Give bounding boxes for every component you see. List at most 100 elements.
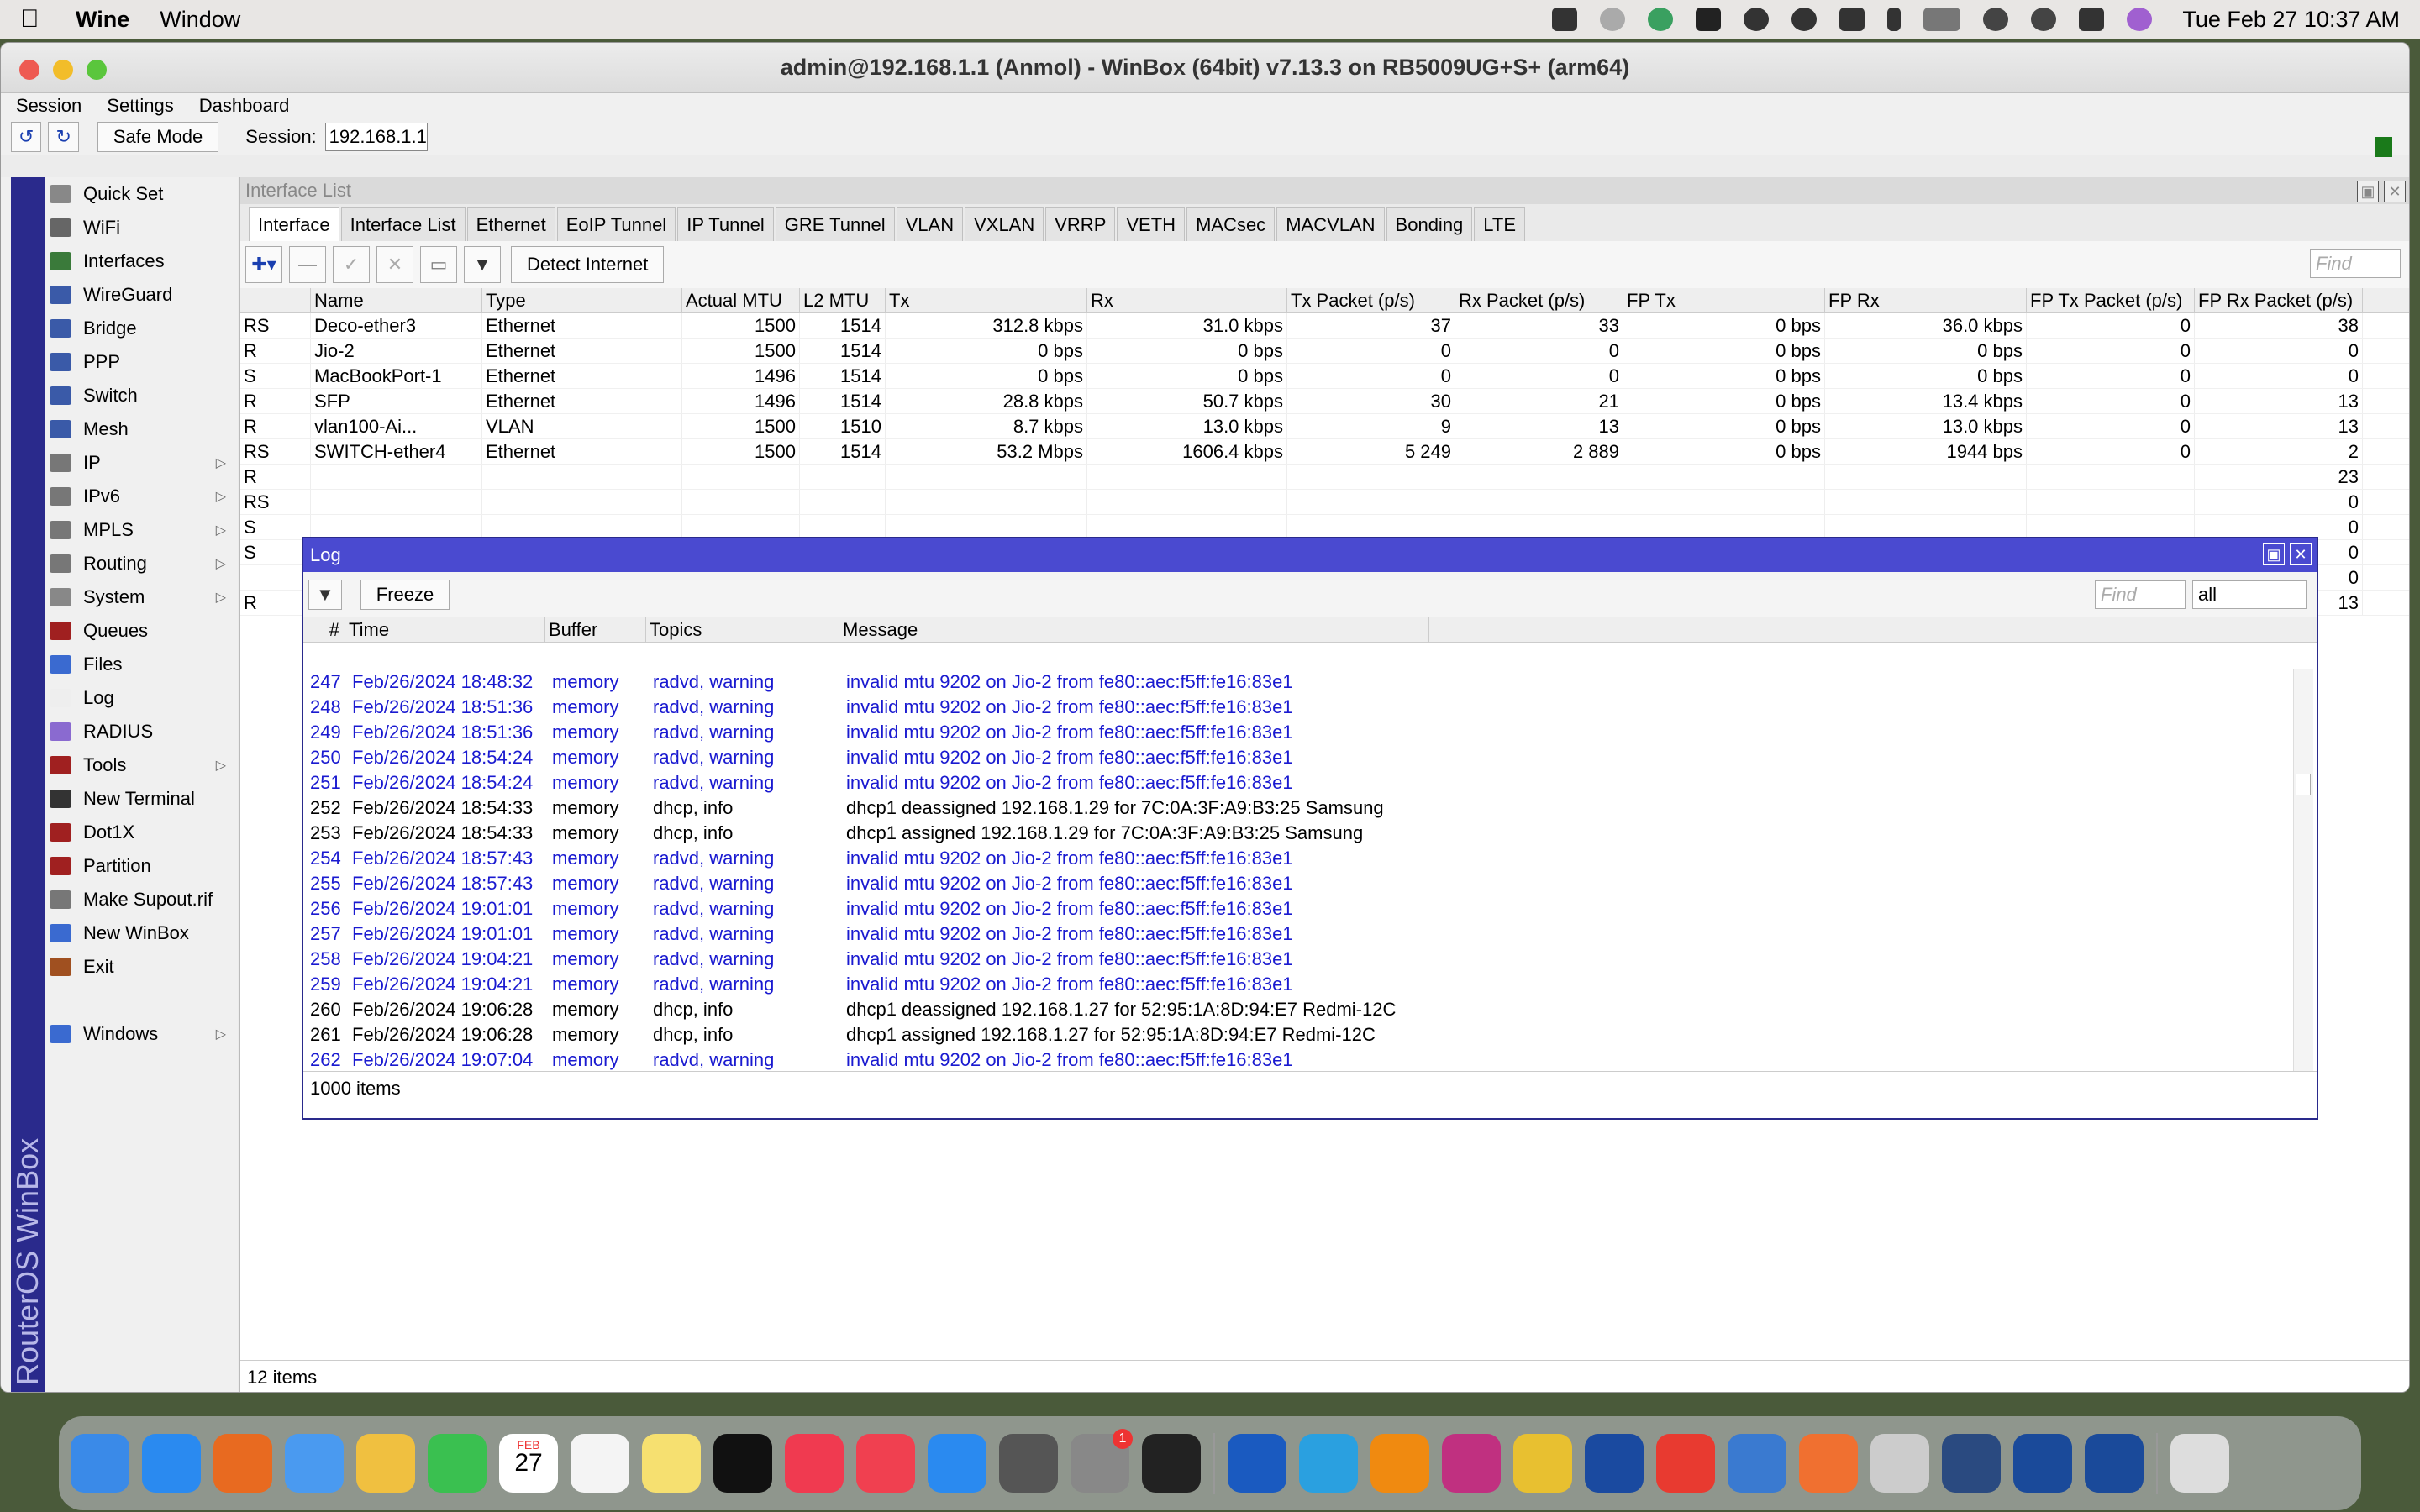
log-row[interactable]: 256 Feb/26/2024 19:01:01 memory radvd, warn…	[303, 896, 2286, 921]
sidebar-item-tools[interactable]: Tools ▷	[50, 748, 238, 782]
interface-col-header[interactable]: Rx	[1087, 288, 1287, 312]
dock-winbox-2-icon[interactable]	[2085, 1434, 2144, 1493]
detect-internet-button[interactable]: Detect Internet	[511, 246, 665, 283]
interface-col-header[interactable]: FP Rx	[1825, 288, 2027, 312]
sidebar-item-new-terminal[interactable]: New Terminal	[50, 782, 238, 816]
menu-dashboard[interactable]: Dashboard	[199, 95, 290, 117]
sidebar-item-interfaces[interactable]: Interfaces	[50, 244, 238, 278]
dock-pen-icon[interactable]	[1799, 1434, 1858, 1493]
sidebar-item-switch[interactable]: Switch	[50, 379, 238, 412]
restore-icon[interactable]: ▣	[2357, 181, 2379, 202]
n-status-icon[interactable]	[1648, 8, 1674, 31]
log-col-topics[interactable]: Topics	[646, 617, 839, 642]
session-input[interactable]	[324, 122, 428, 151]
sidebar-item-system[interactable]: System ▷	[50, 580, 238, 614]
dock-safari-icon[interactable]	[142, 1434, 201, 1493]
dock-wps-icon[interactable]	[1442, 1434, 1501, 1493]
battery-icon[interactable]	[1923, 8, 1961, 31]
redo-icon[interactable]: ↻	[48, 121, 79, 152]
dock-qbittorrent-icon[interactable]	[1728, 1434, 1786, 1493]
dock-disk-utility-icon[interactable]	[1870, 1434, 1929, 1493]
tab-gre-tunnel[interactable]: GRE Tunnel	[775, 207, 895, 241]
sidebar-item-mesh[interactable]: Mesh	[50, 412, 238, 446]
dock-calendar-icon[interactable]: FEB 27	[499, 1434, 558, 1493]
comment-icon[interactable]: ▭	[420, 246, 457, 283]
log-row[interactable]: 258 Feb/26/2024 19:04:21 memory radvd, warn…	[303, 947, 2286, 972]
siri-icon[interactable]	[2127, 8, 2153, 31]
dock-telegram-icon[interactable]	[1299, 1434, 1358, 1493]
dock-system-settings-icon[interactable]: 1	[1071, 1429, 1133, 1493]
dock-firefox-icon[interactable]	[213, 1434, 272, 1493]
close-icon[interactable]: ✕	[2384, 181, 2406, 202]
interface-col-header[interactable]: Rx Packet (p/s)	[1455, 288, 1623, 312]
log-row[interactable]: 254 Feb/26/2024 18:57:43 memory radvd, warn…	[303, 846, 2286, 871]
table-row[interactable]: R Jio-2 Ethernet 1500 1514 0 bps 0 bps 0 0 0 bps 0…	[240, 339, 2409, 364]
freeze-button[interactable]: Freeze	[360, 580, 450, 610]
tab-interface[interactable]: Interface	[249, 207, 339, 241]
interface-col-header[interactable]: Type	[482, 288, 682, 312]
interface-col-header[interactable]: FP Tx Packet (p/s)	[2027, 288, 2195, 312]
apple-menu-icon[interactable]: 	[20, 7, 45, 32]
sidebar-item-log[interactable]: Log	[50, 681, 238, 715]
log-restore-icon[interactable]: ▣	[2263, 543, 2285, 565]
clock-status-icon[interactable]	[1744, 8, 1770, 31]
log-row[interactable]: 247 Feb/26/2024 18:48:32 memory radvd, warn…	[303, 669, 2286, 695]
sidebar-item-queues[interactable]: Queues	[50, 614, 238, 648]
menu-clock[interactable]: Tue Feb 27 10:37 AM	[2182, 7, 2400, 33]
play-status-icon[interactable]	[1791, 8, 1818, 31]
sidebar-item-partition[interactable]: Partition	[50, 849, 238, 883]
sidebar-item-exit[interactable]: Exit	[50, 950, 238, 984]
safe-mode-button[interactable]: Safe Mode	[97, 121, 219, 152]
log-row[interactable]: 248 Feb/26/2024 18:51:36 memory radvd, warn…	[303, 695, 2286, 720]
log-scroll-thumb[interactable]	[2296, 774, 2311, 795]
log-row[interactable]: 250 Feb/26/2024 18:54:24 memory radvd, warn…	[303, 745, 2286, 770]
sidebar-item-radius[interactable]: RADIUS	[50, 715, 238, 748]
tab-ip-tunnel[interactable]: IP Tunnel	[677, 207, 774, 241]
interface-col-header[interactable]: FP Rx Packet (p/s)	[2195, 288, 2363, 312]
sidebar-item-files[interactable]: Files	[50, 648, 238, 681]
table-row[interactable]: S MacBookPort-1 Ethernet 1496 1514 0 bps 0 bps…	[240, 364, 2409, 389]
tab-macsec[interactable]: MACsec	[1186, 207, 1276, 241]
log-row[interactable]: 255 Feb/26/2024 18:57:43 memory radvd, warn…	[303, 871, 2286, 896]
dock-mail-icon[interactable]	[285, 1434, 344, 1493]
log-find-input[interactable]: Find	[2095, 580, 2186, 609]
dock-vlc-icon[interactable]	[1370, 1434, 1429, 1493]
dock-tv-icon[interactable]	[713, 1434, 772, 1493]
dock-facetime-icon[interactable]	[428, 1434, 487, 1493]
sidebar-item-dot1x[interactable]: Dot1X	[50, 816, 238, 849]
dock-chrome-icon[interactable]	[1513, 1434, 1572, 1493]
tab-vlan[interactable]: VLAN	[896, 207, 964, 241]
log-filter-icon[interactable]: ▼	[308, 580, 342, 610]
interface-col-header[interactable]: Actual MTU	[682, 288, 800, 312]
close-window-icon[interactable]	[19, 60, 39, 80]
log-topic-select[interactable]: all	[2192, 580, 2307, 609]
display-status-icon[interactable]	[1839, 8, 1865, 31]
sidebar-item-ipv6[interactable]: IPv6 ▷	[50, 480, 238, 513]
tab-bonding[interactable]: Bonding	[1386, 207, 1473, 241]
table-row[interactable]: RS Deco-ether3 Ethernet 1500 1514 312.8 kbps 3…	[240, 313, 2409, 339]
sidebar-item-new-winbox[interactable]: New WinBox	[50, 916, 238, 950]
sidebar-item-quick-set[interactable]: Quick Set	[50, 177, 238, 211]
tab-vrrp[interactable]: VRRP	[1045, 207, 1116, 241]
interface-col-header[interactable]: FP Tx	[1623, 288, 1825, 312]
remove-icon[interactable]: —	[289, 246, 326, 283]
dock-app-store-icon[interactable]	[928, 1434, 986, 1493]
table-row[interactable]: Rvlan100-Ai... VLAN 1500 1510 8.7 kbps 13.0 k…	[240, 414, 2409, 439]
bluetooth-icon[interactable]	[1887, 8, 1902, 31]
cloud-status-icon[interactable]	[1600, 8, 1626, 31]
tab-macvlan[interactable]: MACVLAN	[1276, 207, 1385, 241]
dock-photos-icon[interactable]	[356, 1434, 415, 1493]
log-row[interactable]: 261 Feb/26/2024 19:06:28 memory dhcp, info d…	[303, 1022, 2286, 1047]
interface-find-input[interactable]: Find	[2310, 249, 2401, 278]
control-center-icon[interactable]	[2079, 8, 2105, 31]
wps-status-icon[interactable]	[1552, 8, 1578, 31]
table-row[interactable]: RS 0	[240, 490, 2409, 515]
dock-terminal-icon[interactable]	[1142, 1434, 1201, 1493]
dock-finder-icon[interactable]	[71, 1434, 129, 1493]
app-menu[interactable]: Wine	[76, 7, 129, 33]
log-row[interactable]: 252 Feb/26/2024 18:54:33 memory dhcp, info d…	[303, 795, 2286, 821]
disable-icon[interactable]: ✕	[376, 246, 413, 283]
sidebar-item-mpls[interactable]: MPLS ▷	[50, 513, 238, 547]
log-col-message[interactable]: Message	[839, 617, 1429, 642]
window-menu[interactable]: Window	[160, 7, 240, 33]
